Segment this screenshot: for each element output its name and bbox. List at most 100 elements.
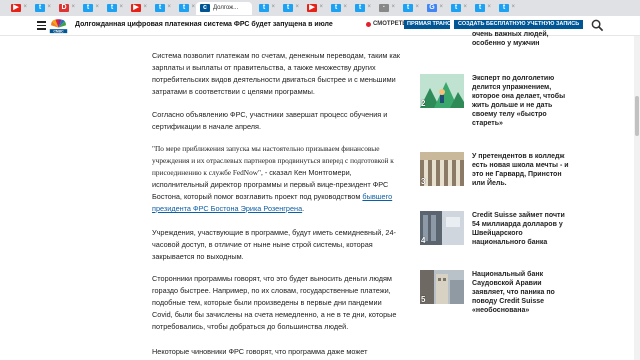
- twitter-icon: t: [35, 4, 45, 12]
- close-tab-icon[interactable]: ×: [487, 4, 491, 10]
- close-tab-icon[interactable]: ×: [367, 4, 371, 10]
- trending-thumbnail: 3: [420, 152, 464, 186]
- twitter-icon: t: [179, 4, 189, 12]
- live-dot-icon: [366, 21, 371, 27]
- trending-thumbnail: [420, 30, 464, 60]
- youtube-icon: ▶: [307, 4, 317, 12]
- twitter-icon: t: [283, 4, 293, 12]
- twitter-icon: t: [475, 4, 485, 12]
- trending-item[interactable]: очень важных людей, особенно у мужчин: [420, 30, 630, 60]
- browser-tab[interactable]: t ×: [76, 2, 100, 15]
- twitter-icon: t: [107, 4, 117, 12]
- close-tab-icon[interactable]: ×: [71, 4, 75, 10]
- close-tab-icon[interactable]: ×: [439, 4, 443, 10]
- close-tab-icon[interactable]: ×: [47, 4, 51, 10]
- trending-item[interactable]: 4 Credit Suisse займет почти 54 миллиард…: [420, 211, 630, 247]
- trending-rank: 5: [421, 295, 426, 304]
- trending-rank: 4: [421, 236, 426, 245]
- article-paragraph: Учреждения, участвующие в программе, буд…: [152, 228, 396, 261]
- twitter-icon: t: [403, 4, 413, 12]
- browser-tab[interactable]: t ×: [396, 2, 420, 15]
- twitter-icon: t: [331, 4, 341, 12]
- browser-tab[interactable]: t ×: [252, 2, 276, 15]
- close-tab-icon[interactable]: ×: [191, 4, 195, 10]
- browser-tab[interactable]: t ×: [324, 2, 348, 15]
- article-paragraph: Сторонники программы говорят, что это бу…: [152, 274, 397, 331]
- browser-tab[interactable]: t ×: [100, 2, 124, 15]
- trending-headline[interactable]: Credit Suisse займет почти 54 миллиарда …: [472, 211, 572, 247]
- trending-thumbnail: 4: [420, 211, 464, 245]
- twitter-icon: t: [83, 4, 93, 12]
- browser-tab[interactable]: t ×: [444, 2, 468, 15]
- svg-text:CNBC: CNBC: [53, 30, 64, 34]
- browser-tab[interactable]: · ×: [372, 2, 396, 15]
- browser-tab[interactable]: t ×: [276, 2, 300, 15]
- browser-tab[interactable]: G ×: [420, 2, 444, 15]
- close-tab-icon[interactable]: ×: [295, 4, 299, 10]
- hamburger-menu-icon[interactable]: [37, 21, 46, 30]
- browser-tab[interactable]: t ×: [28, 2, 52, 15]
- twitter-icon: t: [355, 4, 365, 12]
- browser-tab[interactable]: t ×: [468, 2, 492, 15]
- city-street-photo-icon: [420, 270, 464, 304]
- close-tab-icon[interactable]: ×: [391, 4, 395, 10]
- trending-rank: 2: [421, 99, 426, 108]
- close-tab-icon[interactable]: ×: [271, 4, 275, 10]
- twitter-icon: t: [155, 4, 165, 12]
- browser-tab-strip: ▶ × t × D × t × t × ▶ × t × t × c Долгож... t × t ×…: [0, 0, 640, 16]
- youtube-icon: ▶: [131, 4, 141, 12]
- trending-headline[interactable]: У претендентов в колледж есть новая школ…: [472, 152, 572, 188]
- active-tab-title: Долгож...: [213, 5, 239, 11]
- close-tab-icon[interactable]: ×: [95, 4, 99, 10]
- trending-headline[interactable]: Национальный банк Саудовской Аравии заяв…: [472, 270, 572, 315]
- cnbc-logo[interactable]: CNBC: [49, 18, 68, 34]
- sentence-end: .: [302, 204, 305, 213]
- watch-label: СМОТРЕТЬ: [373, 21, 407, 27]
- browser-tab[interactable]: t ×: [492, 2, 516, 15]
- signup-button[interactable]: СОЗДАТЬ БЕСПЛАТНУЮ УЧЕТНУЮ ЗАПИСЬ: [454, 20, 584, 29]
- watch-live[interactable]: СМОТРЕТЬ: [366, 21, 407, 27]
- article-paragraph: Система позволит платежам по счетам, ден…: [152, 51, 400, 96]
- close-tab-icon[interactable]: ×: [23, 4, 27, 10]
- trending-item[interactable]: 2 Эксперт по долголетию делится упражнен…: [420, 74, 630, 128]
- close-tab-icon[interactable]: ×: [415, 4, 419, 10]
- browser-tab[interactable]: ▶ ×: [300, 2, 324, 15]
- close-tab-icon[interactable]: ×: [319, 4, 323, 10]
- twitter-icon: t: [451, 4, 461, 12]
- trending-item[interactable]: 5 Национальный банк Саудовской Аравии за…: [420, 270, 630, 315]
- trending-thumbnail: 2: [420, 74, 464, 108]
- bank-building-photo-icon: [420, 211, 464, 245]
- article-paragraph: Некоторые чиновники ФРС говорят, что про…: [152, 347, 368, 356]
- scrollbar-thumb[interactable]: [635, 96, 639, 136]
- trending-thumbnail: 5: [420, 270, 464, 304]
- browser-tab[interactable]: ▶ ×: [4, 2, 28, 15]
- page-icon: ·: [379, 4, 389, 12]
- twitter-icon: t: [499, 4, 509, 12]
- article-paragraph-quote: "По мере приближения запуска мы настояте…: [152, 143, 402, 215]
- close-tab-icon[interactable]: ×: [167, 4, 171, 10]
- article-paragraph: Согласно объявлению ФРС, участники завер…: [152, 110, 388, 131]
- exercise-illustration-icon: [420, 74, 464, 108]
- browser-tab[interactable]: t ×: [172, 2, 196, 15]
- page-scrollbar[interactable]: [634, 36, 640, 360]
- close-tab-icon[interactable]: ×: [463, 4, 467, 10]
- browser-tab[interactable]: t ×: [148, 2, 172, 15]
- google-icon: G: [427, 4, 437, 12]
- browser-tab[interactable]: D ×: [52, 2, 76, 15]
- trending-headline[interactable]: очень важных людей, особенно у мужчин: [472, 30, 572, 60]
- browser-tab-active[interactable]: c Долгож...: [196, 1, 252, 15]
- close-tab-icon[interactable]: ×: [143, 4, 147, 10]
- browser-tab[interactable]: t ×: [348, 2, 372, 15]
- close-tab-icon[interactable]: ×: [511, 4, 515, 10]
- college-building-photo-icon: [420, 152, 464, 186]
- twitter-icon: t: [259, 4, 269, 12]
- live-stream-button[interactable]: ПРЯМАЯ ТРАНСЛЯЦИЯ: [404, 20, 450, 29]
- trending-rank: 3: [421, 177, 426, 186]
- close-tab-icon[interactable]: ×: [119, 4, 123, 10]
- youtube-icon: ▶: [11, 4, 21, 12]
- trending-headline[interactable]: Эксперт по долголетию делится упражнение…: [472, 74, 572, 128]
- browser-tab[interactable]: ▶ ×: [124, 2, 148, 15]
- close-tab-icon[interactable]: ×: [343, 4, 347, 10]
- article-header-title: Долгожданная цифровая платежная система …: [75, 21, 333, 28]
- trending-item[interactable]: 3 У претендентов в колледж есть новая шк…: [420, 152, 630, 188]
